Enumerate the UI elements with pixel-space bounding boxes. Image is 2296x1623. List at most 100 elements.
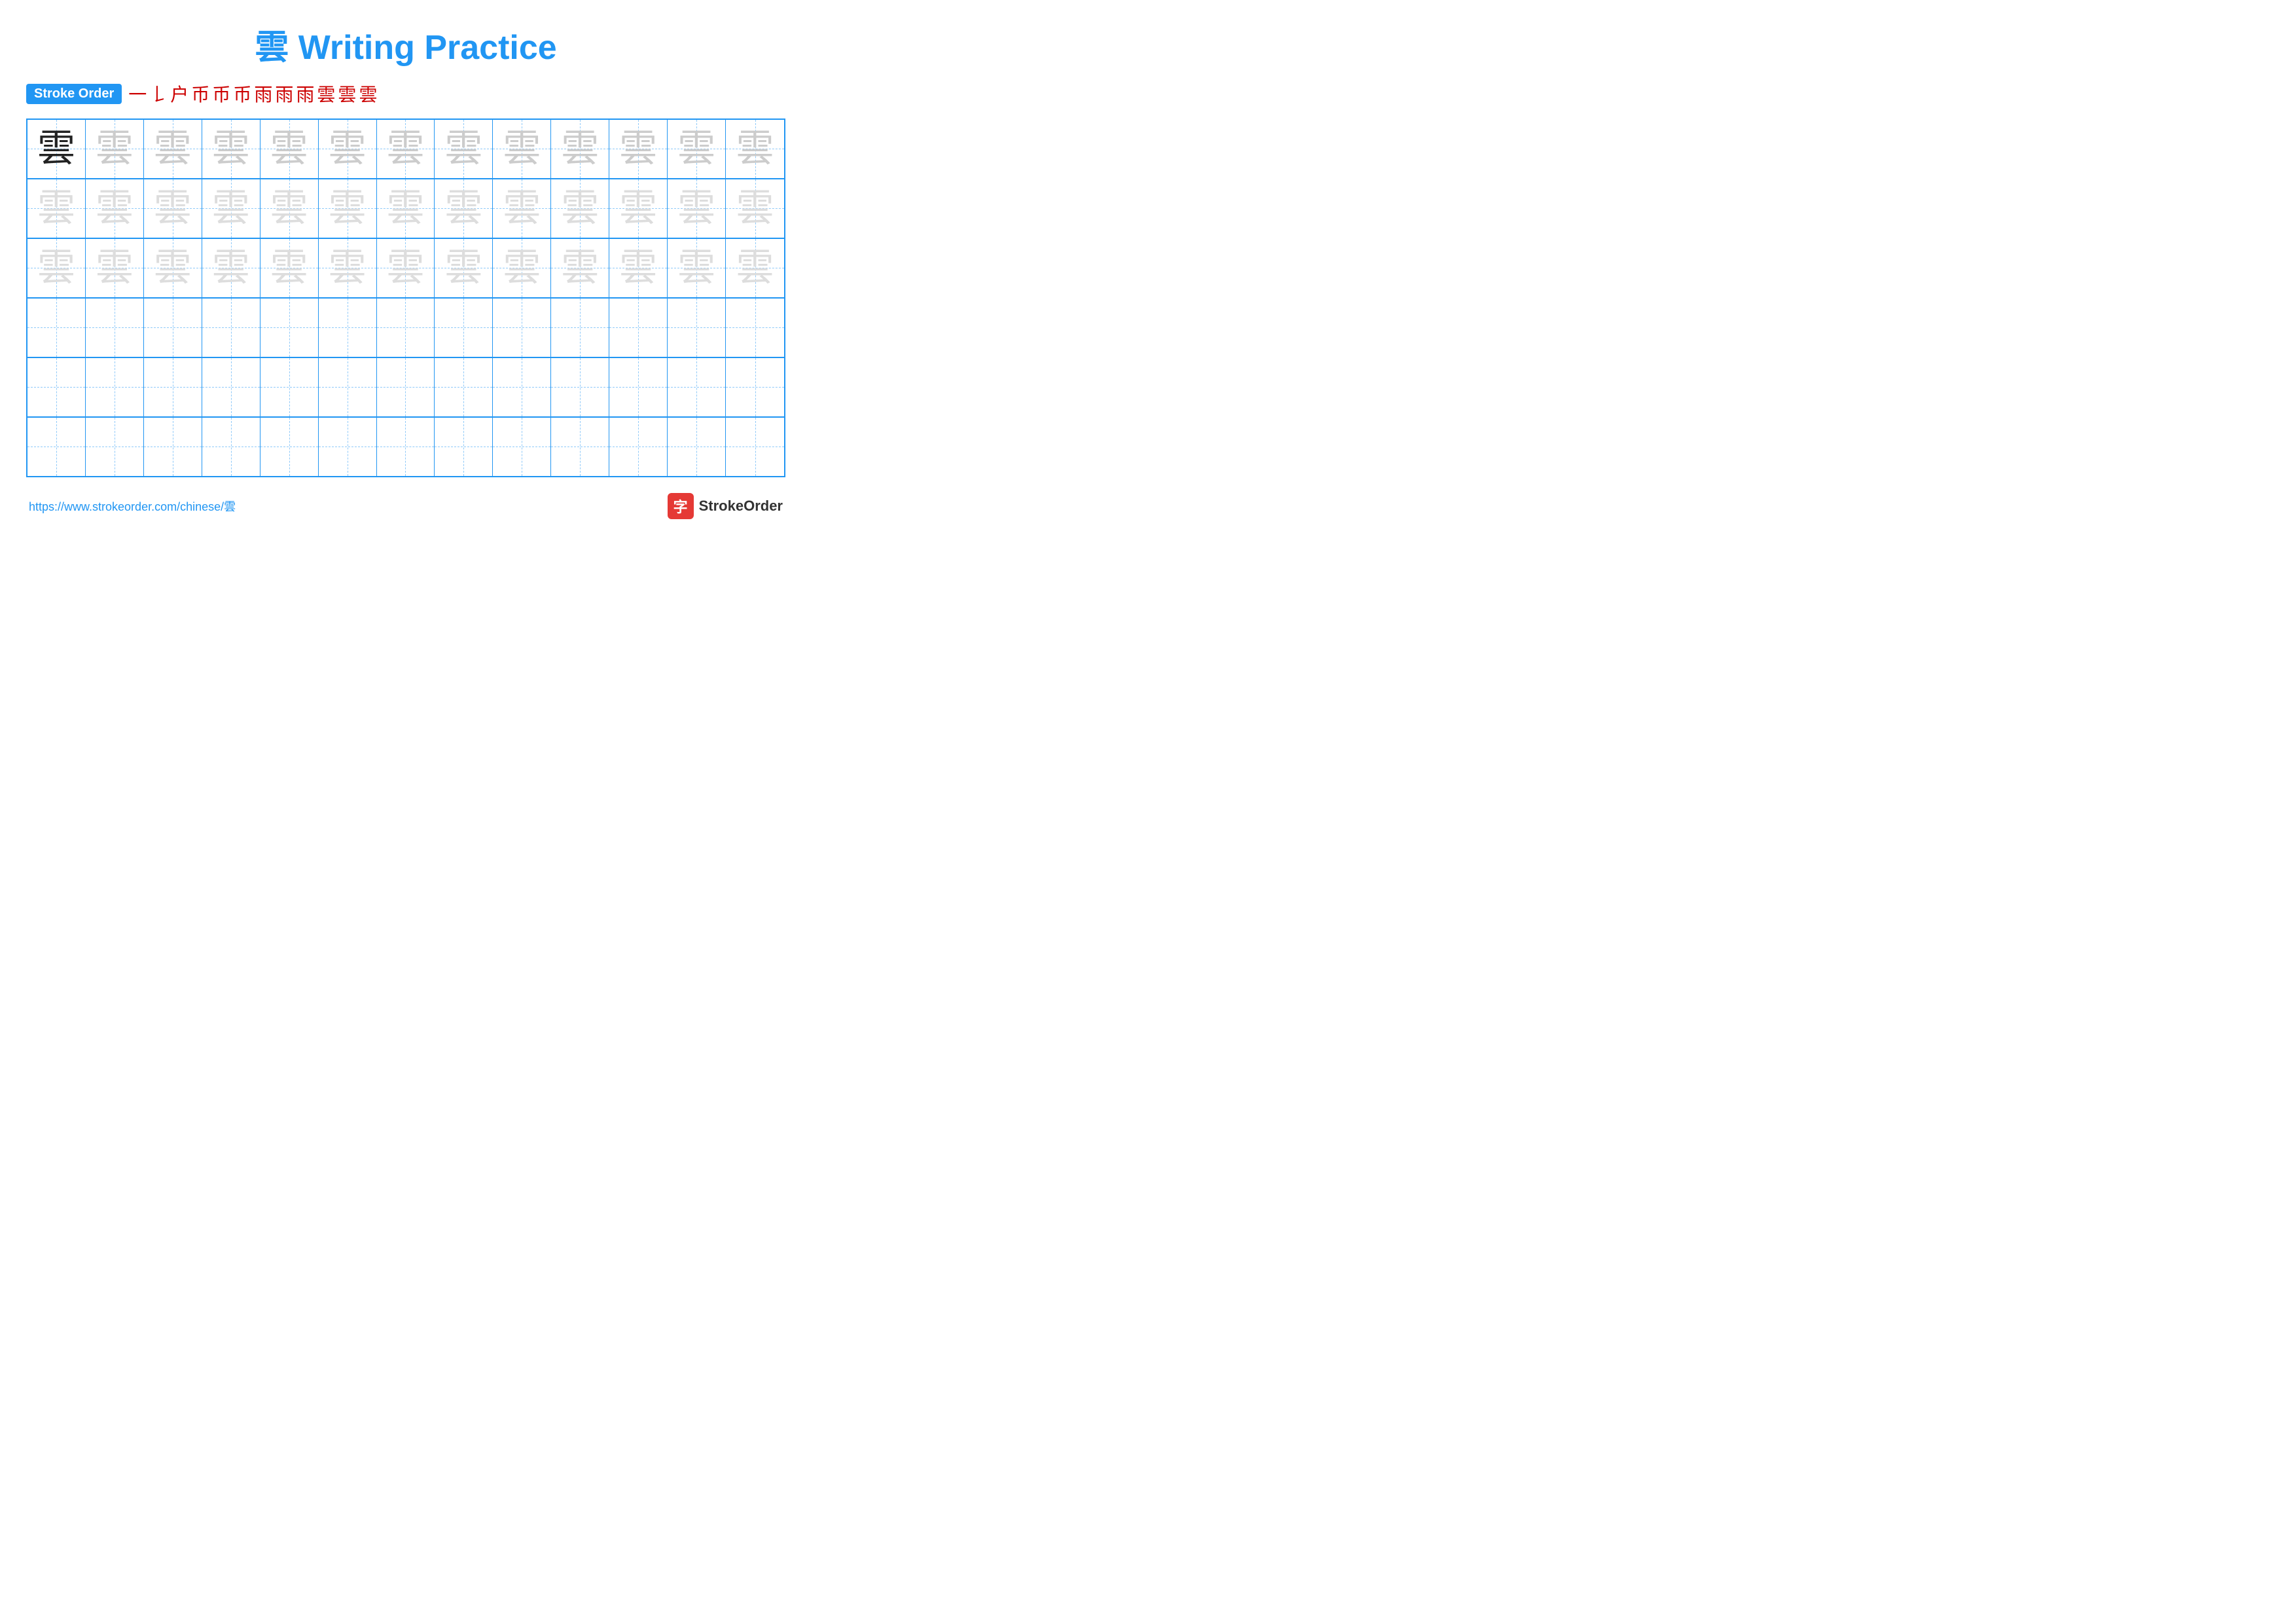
char-2-6: 雲 bbox=[386, 249, 424, 287]
char-2-12: 雲 bbox=[736, 249, 774, 287]
grid-row-1: 雲雲雲雲雲雲雲雲雲雲雲雲雲 bbox=[27, 179, 784, 239]
grid-cell-1-2[interactable]: 雲 bbox=[144, 179, 202, 238]
grid-cell-1-11[interactable]: 雲 bbox=[668, 179, 726, 238]
grid-cell-2-2[interactable]: 雲 bbox=[144, 239, 202, 297]
char-0-6: 雲 bbox=[386, 130, 424, 168]
brand-name: StrokeOrder bbox=[699, 498, 783, 515]
char-0-2: 雲 bbox=[154, 130, 192, 168]
grid-cell-0-6[interactable]: 雲 bbox=[377, 120, 435, 178]
grid-cell-5-3[interactable] bbox=[202, 418, 260, 476]
stroke-order-badge: Stroke Order bbox=[26, 84, 122, 104]
char-1-2: 雲 bbox=[154, 189, 192, 227]
grid-cell-0-5[interactable]: 雲 bbox=[319, 120, 377, 178]
grid-cell-4-8[interactable] bbox=[493, 358, 551, 416]
grid-cell-2-12[interactable]: 雲 bbox=[726, 239, 784, 297]
grid-cell-5-10[interactable] bbox=[609, 418, 668, 476]
grid-cell-0-11[interactable]: 雲 bbox=[668, 120, 726, 178]
grid-cell-5-2[interactable] bbox=[144, 418, 202, 476]
grid-cell-1-12[interactable]: 雲 bbox=[726, 179, 784, 238]
grid-cell-1-1[interactable]: 雲 bbox=[86, 179, 144, 238]
grid-cell-2-11[interactable]: 雲 bbox=[668, 239, 726, 297]
grid-cell-1-6[interactable]: 雲 bbox=[377, 179, 435, 238]
grid-cell-2-5[interactable]: 雲 bbox=[319, 239, 377, 297]
char-0-10: 雲 bbox=[619, 130, 657, 168]
grid-cell-4-5[interactable] bbox=[319, 358, 377, 416]
footer-url[interactable]: https://www.strokeorder.com/chinese/雲 bbox=[29, 498, 236, 515]
grid-cell-1-10[interactable]: 雲 bbox=[609, 179, 668, 238]
grid-cell-0-7[interactable]: 雲 bbox=[435, 120, 493, 178]
grid-cell-4-11[interactable] bbox=[668, 358, 726, 416]
grid-cell-0-1[interactable]: 雲 bbox=[86, 120, 144, 178]
grid-cell-0-8[interactable]: 雲 bbox=[493, 120, 551, 178]
stroke-seq-item-4: 币 bbox=[212, 81, 230, 107]
grid-cell-4-7[interactable] bbox=[435, 358, 493, 416]
grid-cell-0-9[interactable]: 雲 bbox=[551, 120, 609, 178]
grid-cell-4-0[interactable] bbox=[27, 358, 86, 416]
char-0-3: 雲 bbox=[212, 130, 250, 168]
grid-cell-4-1[interactable] bbox=[86, 358, 144, 416]
grid-cell-5-0[interactable] bbox=[27, 418, 86, 476]
grid-row-3 bbox=[27, 299, 784, 358]
grid-cell-4-2[interactable] bbox=[144, 358, 202, 416]
grid-cell-0-12[interactable]: 雲 bbox=[726, 120, 784, 178]
grid-cell-4-12[interactable] bbox=[726, 358, 784, 416]
grid-cell-3-2[interactable] bbox=[144, 299, 202, 357]
grid-cell-5-9[interactable] bbox=[551, 418, 609, 476]
char-1-9: 雲 bbox=[561, 189, 599, 227]
grid-cell-3-12[interactable] bbox=[726, 299, 784, 357]
char-2-3: 雲 bbox=[212, 249, 250, 287]
grid-cell-2-4[interactable]: 雲 bbox=[260, 239, 319, 297]
grid-cell-5-6[interactable] bbox=[377, 418, 435, 476]
stroke-seq-item-5: 币 bbox=[233, 81, 251, 107]
grid-cell-0-2[interactable]: 雲 bbox=[144, 120, 202, 178]
grid-cell-1-4[interactable]: 雲 bbox=[260, 179, 319, 238]
grid-cell-2-10[interactable]: 雲 bbox=[609, 239, 668, 297]
grid-cell-0-0[interactable]: 雲 bbox=[27, 120, 86, 178]
grid-cell-1-5[interactable]: 雲 bbox=[319, 179, 377, 238]
grid-cell-3-11[interactable] bbox=[668, 299, 726, 357]
grid-cell-3-5[interactable] bbox=[319, 299, 377, 357]
grid-cell-0-3[interactable]: 雲 bbox=[202, 120, 260, 178]
grid-cell-3-0[interactable] bbox=[27, 299, 86, 357]
char-0-7: 雲 bbox=[444, 130, 482, 168]
grid-cell-3-10[interactable] bbox=[609, 299, 668, 357]
grid-cell-2-8[interactable]: 雲 bbox=[493, 239, 551, 297]
grid-cell-4-6[interactable] bbox=[377, 358, 435, 416]
grid-cell-5-8[interactable] bbox=[493, 418, 551, 476]
grid-cell-1-0[interactable]: 雲 bbox=[27, 179, 86, 238]
char-2-8: 雲 bbox=[503, 249, 541, 287]
stroke-order-row: Stroke Order 一𠄌户币币币雨雨雨雲雲雲 bbox=[26, 81, 785, 107]
grid-cell-4-10[interactable] bbox=[609, 358, 668, 416]
grid-cell-5-11[interactable] bbox=[668, 418, 726, 476]
grid-cell-4-4[interactable] bbox=[260, 358, 319, 416]
grid-cell-1-9[interactable]: 雲 bbox=[551, 179, 609, 238]
grid-cell-5-4[interactable] bbox=[260, 418, 319, 476]
grid-cell-5-7[interactable] bbox=[435, 418, 493, 476]
grid-cell-3-7[interactable] bbox=[435, 299, 493, 357]
grid-cell-5-12[interactable] bbox=[726, 418, 784, 476]
grid-cell-0-4[interactable]: 雲 bbox=[260, 120, 319, 178]
char-0-4: 雲 bbox=[270, 130, 308, 168]
grid-cell-3-9[interactable] bbox=[551, 299, 609, 357]
grid-cell-5-1[interactable] bbox=[86, 418, 144, 476]
grid-cell-3-3[interactable] bbox=[202, 299, 260, 357]
grid-cell-2-6[interactable]: 雲 bbox=[377, 239, 435, 297]
grid-cell-1-3[interactable]: 雲 bbox=[202, 179, 260, 238]
grid-cell-2-0[interactable]: 雲 bbox=[27, 239, 86, 297]
grid-cell-3-4[interactable] bbox=[260, 299, 319, 357]
grid-cell-2-3[interactable]: 雲 bbox=[202, 239, 260, 297]
grid-cell-1-8[interactable]: 雲 bbox=[493, 179, 551, 238]
grid-cell-2-1[interactable]: 雲 bbox=[86, 239, 144, 297]
grid-cell-3-8[interactable] bbox=[493, 299, 551, 357]
grid-cell-2-7[interactable]: 雲 bbox=[435, 239, 493, 297]
grid-cell-3-1[interactable] bbox=[86, 299, 144, 357]
grid-cell-1-7[interactable]: 雲 bbox=[435, 179, 493, 238]
grid-cell-3-6[interactable] bbox=[377, 299, 435, 357]
brand-logo: 字 StrokeOrder bbox=[668, 493, 783, 519]
grid-cell-0-10[interactable]: 雲 bbox=[609, 120, 668, 178]
grid-row-2: 雲雲雲雲雲雲雲雲雲雲雲雲雲 bbox=[27, 239, 784, 299]
grid-cell-4-9[interactable] bbox=[551, 358, 609, 416]
grid-cell-5-5[interactable] bbox=[319, 418, 377, 476]
grid-cell-4-3[interactable] bbox=[202, 358, 260, 416]
grid-cell-2-9[interactable]: 雲 bbox=[551, 239, 609, 297]
